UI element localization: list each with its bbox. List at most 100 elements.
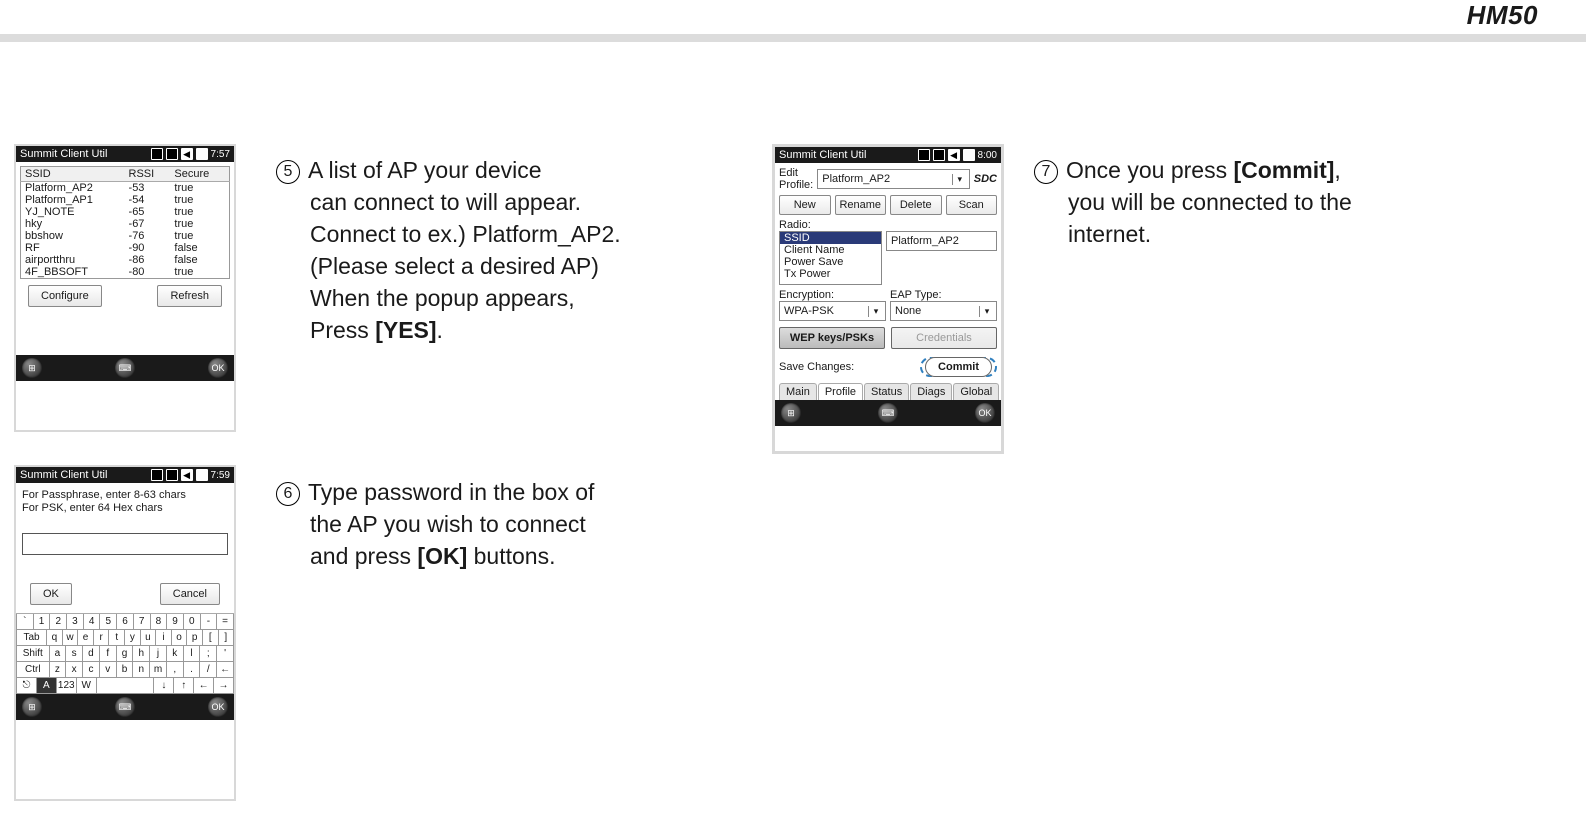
key[interactable]: 1	[34, 614, 51, 630]
cancel-button[interactable]: Cancel	[160, 583, 220, 605]
radio-listbox[interactable]: SSID Client Name Power Save Tx Power	[779, 231, 882, 285]
key[interactable]: .	[184, 662, 201, 678]
key[interactable]: [	[203, 630, 219, 646]
key[interactable]: 5	[100, 614, 117, 630]
key[interactable]: j	[150, 646, 167, 662]
table-row[interactable]: airportthru -86 false	[21, 254, 230, 266]
list-item[interactable]: Power Save	[780, 256, 881, 268]
key-mode-write[interactable]: W	[77, 678, 97, 694]
key-backspace[interactable]: ←	[217, 662, 234, 678]
refresh-button[interactable]: Refresh	[157, 285, 222, 307]
table-row[interactable]: YJ_NOTE -65 true	[21, 206, 230, 218]
key[interactable]: v	[100, 662, 117, 678]
ap-table[interactable]: SSID RSSI Secure Platform_AP2 -53 true P…	[20, 166, 230, 279]
key[interactable]: 9	[167, 614, 184, 630]
radio-value-input[interactable]: Platform_AP2	[886, 231, 997, 251]
configure-button[interactable]: Configure	[28, 285, 102, 307]
keyboard-button[interactable]: ⌨	[878, 403, 898, 423]
scan-button[interactable]: Scan	[946, 195, 998, 215]
ok-button[interactable]: OK	[30, 583, 72, 605]
key[interactable]: r	[94, 630, 110, 646]
key[interactable]: s	[66, 646, 83, 662]
wep-keys-button[interactable]: WEP keys/PSKs	[779, 327, 885, 349]
key[interactable]: m	[150, 662, 167, 678]
tab-diags[interactable]: Diags	[910, 383, 952, 400]
key[interactable]: o	[172, 630, 188, 646]
key-mode[interactable]: ⎋	[16, 678, 37, 694]
key[interactable]: 2	[50, 614, 67, 630]
tab-global[interactable]: Global	[953, 383, 999, 400]
keyboard-button[interactable]: ⌨	[115, 358, 135, 378]
key[interactable]: a	[50, 646, 67, 662]
on-screen-keyboard[interactable]: ` 1 2 3 4 5 6 7 8 9 0 - = Tab q w e r t	[16, 613, 234, 694]
key[interactable]: 7	[134, 614, 151, 630]
start-button[interactable]: ⊞	[781, 403, 801, 423]
key[interactable]: y	[125, 630, 141, 646]
key[interactable]: '	[217, 646, 234, 662]
key[interactable]: 0	[184, 614, 201, 630]
password-input[interactable]	[22, 533, 228, 555]
key[interactable]: b	[117, 662, 134, 678]
key[interactable]: t	[109, 630, 125, 646]
key[interactable]: 8	[151, 614, 168, 630]
rename-button[interactable]: Rename	[835, 195, 887, 215]
tab-main[interactable]: Main	[779, 383, 817, 400]
delete-button[interactable]: Delete	[890, 195, 942, 215]
key-arrow-down[interactable]: ↓	[154, 678, 174, 694]
key[interactable]: `	[16, 614, 34, 630]
key[interactable]: q	[47, 630, 63, 646]
start-button[interactable]: ⊞	[22, 697, 42, 717]
key[interactable]: 6	[117, 614, 134, 630]
table-row[interactable]: 4F_BBSOFT -80 true	[21, 266, 230, 279]
key[interactable]: 3	[67, 614, 84, 630]
key[interactable]: e	[78, 630, 94, 646]
key[interactable]: w	[63, 630, 79, 646]
tab-profile[interactable]: Profile	[818, 383, 863, 400]
keyboard-button[interactable]: ⌨	[115, 697, 135, 717]
ok-softkey[interactable]: OK	[975, 403, 995, 423]
key[interactable]: x	[66, 662, 83, 678]
table-row[interactable]: Platform_AP2 -53 true	[21, 182, 230, 195]
key-mode-num[interactable]: 123	[57, 678, 77, 694]
list-item[interactable]: Client Name	[780, 244, 881, 256]
key[interactable]: g	[117, 646, 134, 662]
key[interactable]: d	[83, 646, 100, 662]
tab-status[interactable]: Status	[864, 383, 909, 400]
key[interactable]: /	[200, 662, 217, 678]
key-arrow-left[interactable]: ←	[194, 678, 214, 694]
key-space[interactable]	[97, 678, 155, 694]
key[interactable]: =	[217, 614, 234, 630]
key[interactable]: c	[83, 662, 100, 678]
key[interactable]: p	[187, 630, 203, 646]
eap-type-dropdown[interactable]: None ▾	[890, 301, 997, 321]
list-item[interactable]: SSID	[780, 232, 881, 244]
new-button[interactable]: New	[779, 195, 831, 215]
key[interactable]: n	[133, 662, 150, 678]
table-row[interactable]: bbshow -76 true	[21, 230, 230, 242]
key[interactable]: h	[133, 646, 150, 662]
ok-softkey[interactable]: OK	[208, 697, 228, 717]
key[interactable]: ]	[219, 630, 235, 646]
key[interactable]: -	[201, 614, 218, 630]
list-item[interactable]: Tx Power	[780, 268, 881, 280]
key-shift[interactable]: Shift	[16, 646, 50, 662]
table-row[interactable]: RF -90 false	[21, 242, 230, 254]
table-row[interactable]: Platform_AP1 -54 true	[21, 194, 230, 206]
credentials-button[interactable]: Credentials	[891, 327, 997, 349]
key-arrow-up[interactable]: ↑	[174, 678, 194, 694]
key[interactable]: z	[50, 662, 67, 678]
ok-softkey[interactable]: OK	[208, 358, 228, 378]
key[interactable]: k	[167, 646, 184, 662]
key-mode-alpha[interactable]: A	[37, 678, 57, 694]
commit-button[interactable]: Commit	[925, 357, 992, 377]
key-arrow-right[interactable]: →	[214, 678, 234, 694]
key[interactable]: ,	[167, 662, 184, 678]
encryption-dropdown[interactable]: WPA-PSK ▾	[779, 301, 886, 321]
key[interactable]: i	[156, 630, 172, 646]
table-row[interactable]: hky -67 true	[21, 218, 230, 230]
key[interactable]: u	[141, 630, 157, 646]
key[interactable]: l	[184, 646, 201, 662]
key-tab[interactable]: Tab	[16, 630, 47, 646]
start-button[interactable]: ⊞	[22, 358, 42, 378]
key[interactable]: 4	[84, 614, 101, 630]
